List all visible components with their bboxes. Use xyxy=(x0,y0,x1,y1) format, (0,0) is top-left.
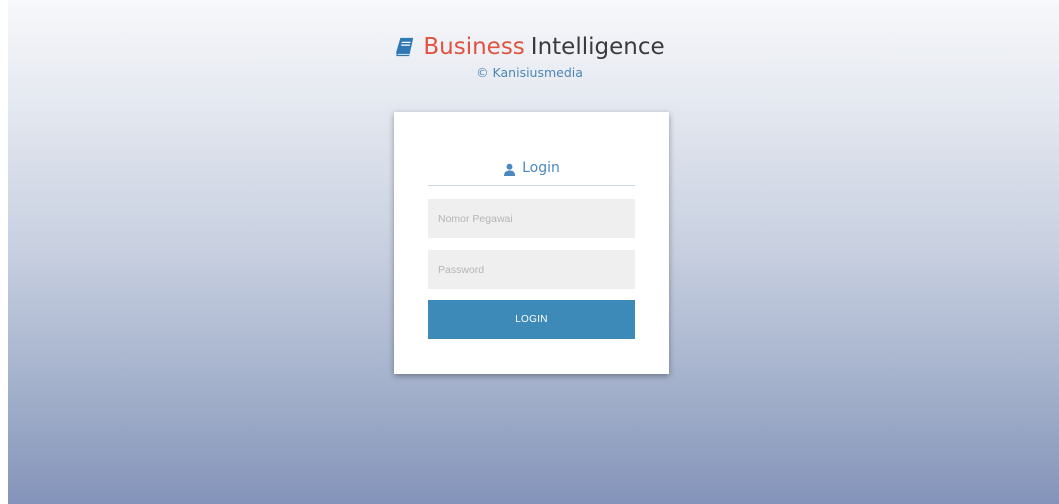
copyright-text: © Kanisiusmedia xyxy=(476,65,583,80)
login-button[interactable]: LOGIN xyxy=(428,300,635,339)
app-title: Business Intelligence xyxy=(394,32,665,62)
password-input[interactable] xyxy=(428,250,635,289)
brand-title-rest: Intelligence xyxy=(530,34,665,60)
login-card: Login LOGIN xyxy=(394,112,669,374)
brand-header: Business Intelligence © Kanisiusmedia xyxy=(0,32,1059,80)
login-card-title: Login xyxy=(522,160,560,176)
user-icon xyxy=(504,163,516,176)
brand-title-accent: Business xyxy=(423,34,525,60)
employee-number-input[interactable] xyxy=(428,199,635,238)
book-icon xyxy=(396,37,414,57)
login-card-header: Login xyxy=(428,160,635,186)
